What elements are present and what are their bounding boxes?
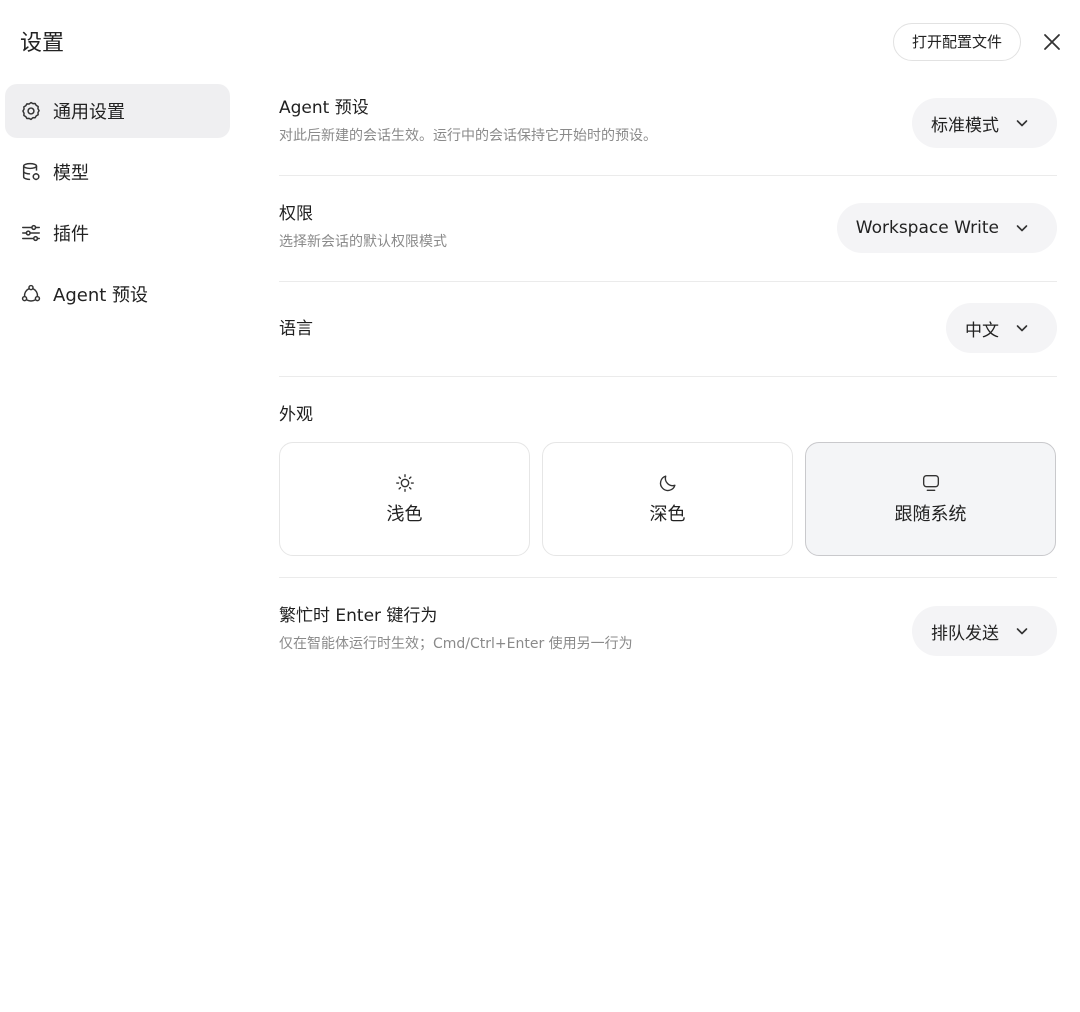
chevron-down-icon (1015, 221, 1029, 235)
close-button[interactable] (1038, 28, 1066, 56)
busy-enter-row: 繁忙时 Enter 键行为 仅在智能体运行时生效；Cmd/Ctrl+Enter … (279, 578, 1057, 678)
language-select[interactable]: 中文 (946, 303, 1057, 353)
chevron-down-icon (1015, 321, 1029, 335)
language-row: 语言 中文 (279, 282, 1057, 377)
gear-icon (20, 100, 42, 122)
sidebar: 通用设置 模型 插件 Agent 预设 (5, 84, 230, 328)
close-icon (1044, 34, 1060, 50)
permission-select[interactable]: Workspace Write (836, 203, 1057, 253)
busy-enter-select[interactable]: 排队发送 (912, 606, 1057, 656)
language-title: 语言 (279, 319, 313, 339)
settings-window: 设置 打开配置文件 通用设置 模型 插件 Agent 预设 Agent 预设 对… (0, 0, 1080, 1012)
language-value: 中文 (965, 320, 999, 341)
theme-option-light[interactable]: 浅色 (279, 442, 530, 556)
appearance-row: 外观 浅色 深色 跟随系统 (279, 377, 1057, 578)
sidebar-item-plugins[interactable]: 插件 (5, 206, 230, 260)
chevron-down-icon (1015, 624, 1029, 638)
sun-icon (394, 472, 416, 494)
theme-option-label: 浅色 (386, 504, 423, 525)
sidebar-item-agent-preset[interactable]: Agent 预设 (5, 267, 230, 321)
sidebar-item-label: 插件 (53, 224, 89, 245)
agent-preset-row: Agent 预设 对此后新建的会话生效。运行中的会话保持它开始时的预设。 标准模… (279, 84, 1057, 176)
open-config-button[interactable]: 打开配置文件 (893, 23, 1021, 61)
sidebar-item-label: 通用设置 (53, 102, 125, 123)
theme-option-system[interactable]: 跟随系统 (805, 442, 1056, 556)
appearance-title: 外观 (279, 405, 313, 425)
theme-option-label: 跟随系统 (894, 504, 967, 525)
database-icon (20, 161, 42, 183)
permission-value: Workspace Write (855, 218, 999, 238)
theme-option-dark[interactable]: 深色 (542, 442, 793, 556)
agent-preset-select[interactable]: 标准模式 (912, 98, 1057, 148)
sidebar-item-label: Agent 预设 (53, 285, 149, 306)
sidebar-item-general[interactable]: 通用设置 (5, 84, 230, 138)
agent-preset-value: 标准模式 (931, 115, 999, 136)
agent-icon (20, 283, 42, 305)
theme-option-label: 深色 (649, 504, 686, 525)
permission-row: 权限 选择新会话的默认权限模式 Workspace Write (279, 176, 1057, 282)
monitor-icon (920, 472, 942, 494)
settings-panel: Agent 预设 对此后新建的会话生效。运行中的会话保持它开始时的预设。 标准模… (279, 84, 1057, 678)
sidebar-item-label: 模型 (53, 163, 89, 184)
chevron-down-icon (1015, 116, 1029, 130)
moon-icon (657, 472, 679, 494)
sliders-icon (20, 222, 42, 244)
sidebar-item-model[interactable]: 模型 (5, 145, 230, 199)
appearance-options: 浅色 深色 跟随系统 (279, 442, 1057, 556)
busy-enter-value: 排队发送 (931, 623, 999, 644)
page-title: 设置 (20, 31, 65, 56)
